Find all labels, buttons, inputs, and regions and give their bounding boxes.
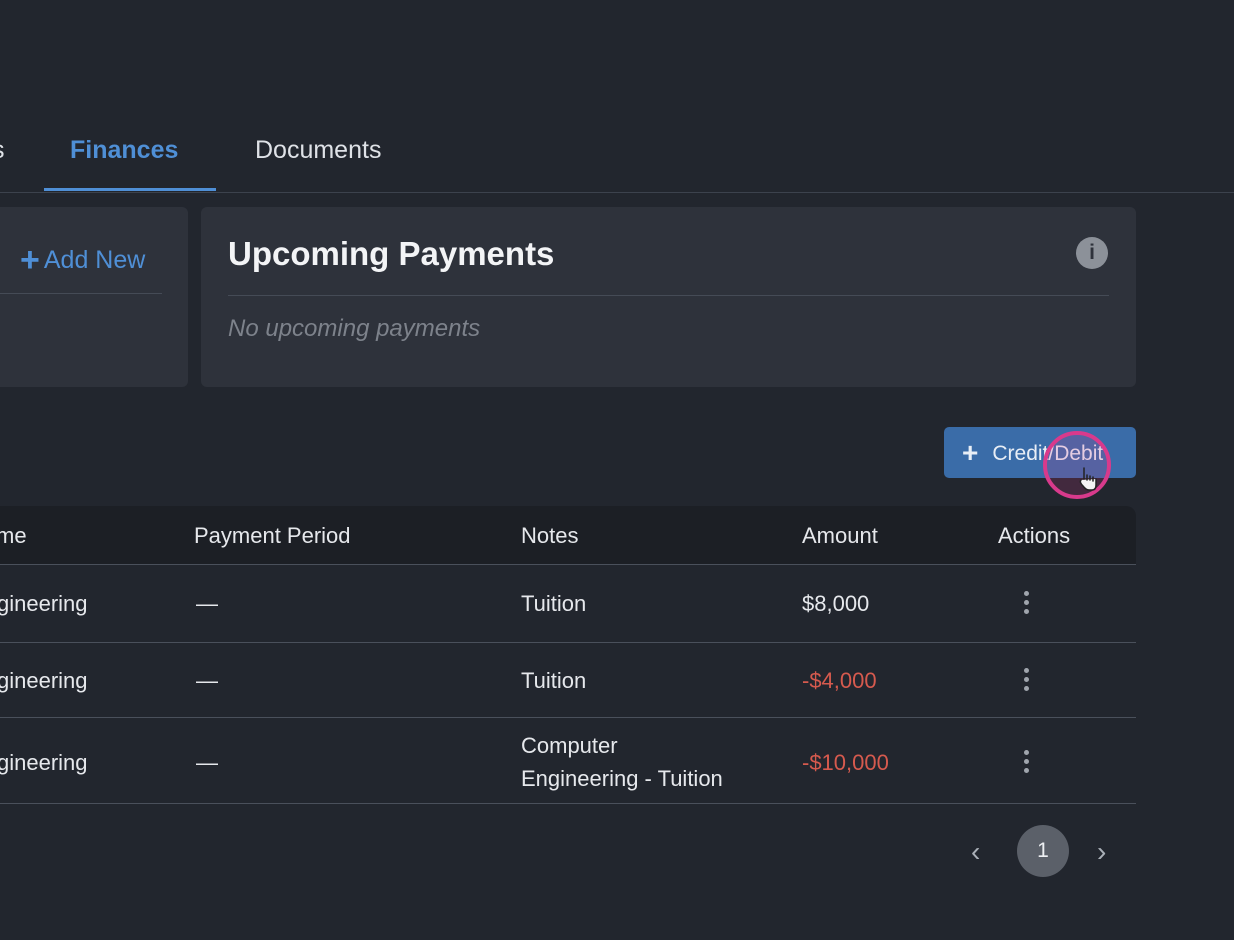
cell-period: — bbox=[196, 668, 218, 693]
column-header-notes[interactable]: Notes bbox=[521, 523, 578, 549]
table-row: gineering — Tuition -$4,000 bbox=[0, 643, 1136, 718]
card-title: Upcoming Payments bbox=[228, 235, 555, 272]
tab-bar: s Finances Documents bbox=[0, 128, 1234, 193]
column-header-name[interactable]: me bbox=[0, 523, 27, 549]
cell-name: gineering bbox=[0, 591, 88, 616]
column-header-actions: Actions bbox=[998, 523, 1071, 548]
hand-cursor-icon bbox=[1079, 467, 1097, 491]
kebab-menu-icon[interactable] bbox=[1019, 591, 1033, 618]
page-button-current[interactable]: 1 bbox=[1017, 825, 1069, 877]
plus-icon: + bbox=[20, 241, 40, 279]
table-header: me Payment Period Notes Amount Actions bbox=[0, 506, 1136, 565]
cell-name: gineering bbox=[0, 750, 88, 775]
plus-icon: + bbox=[962, 437, 979, 468]
kebab-menu-icon[interactable] bbox=[1019, 668, 1033, 695]
kebab-menu-icon[interactable] bbox=[1019, 750, 1033, 777]
left-card: + Add New bbox=[0, 207, 188, 387]
chevron-left-icon[interactable]: ‹ bbox=[971, 836, 980, 868]
empty-message: No upcoming payments bbox=[228, 315, 481, 342]
active-tab-indicator bbox=[44, 188, 216, 191]
add-new-label: Add New bbox=[43, 246, 146, 274]
divider bbox=[0, 293, 162, 294]
cell-amount: $8,000 bbox=[802, 591, 870, 616]
column-header-payment-period[interactable]: Payment Period bbox=[194, 523, 351, 549]
tab-partial[interactable]: s bbox=[0, 136, 5, 165]
upcoming-payments-card: Upcoming Payments i No upcoming payments bbox=[201, 207, 1136, 387]
tab-finances[interactable]: Finances bbox=[70, 136, 178, 165]
cell-amount: -$10,000 bbox=[802, 750, 889, 775]
cell-notes: Computer bbox=[521, 733, 618, 758]
tab-documents[interactable]: Documents bbox=[255, 136, 381, 165]
cell-notes: Tuition bbox=[521, 591, 587, 616]
cell-amount: -$4,000 bbox=[802, 668, 877, 693]
chevron-right-icon[interactable]: › bbox=[1097, 836, 1106, 868]
table-row: gineering — Tuition $8,000 bbox=[0, 565, 1136, 643]
cell-name: gineering bbox=[0, 668, 88, 693]
cell-period: — bbox=[196, 591, 218, 616]
cell-period: — bbox=[196, 750, 218, 775]
column-header-amount[interactable]: Amount bbox=[802, 523, 878, 549]
info-icon[interactable]: i bbox=[1076, 237, 1108, 269]
divider bbox=[228, 295, 1109, 296]
cell-notes-line2: Engineering - Tuition bbox=[521, 766, 723, 791]
cell-notes: Tuition bbox=[521, 668, 587, 693]
table-row: gineering — Computer Engineering - Tuiti… bbox=[0, 718, 1136, 804]
add-new-button[interactable]: + Add New bbox=[20, 241, 145, 280]
